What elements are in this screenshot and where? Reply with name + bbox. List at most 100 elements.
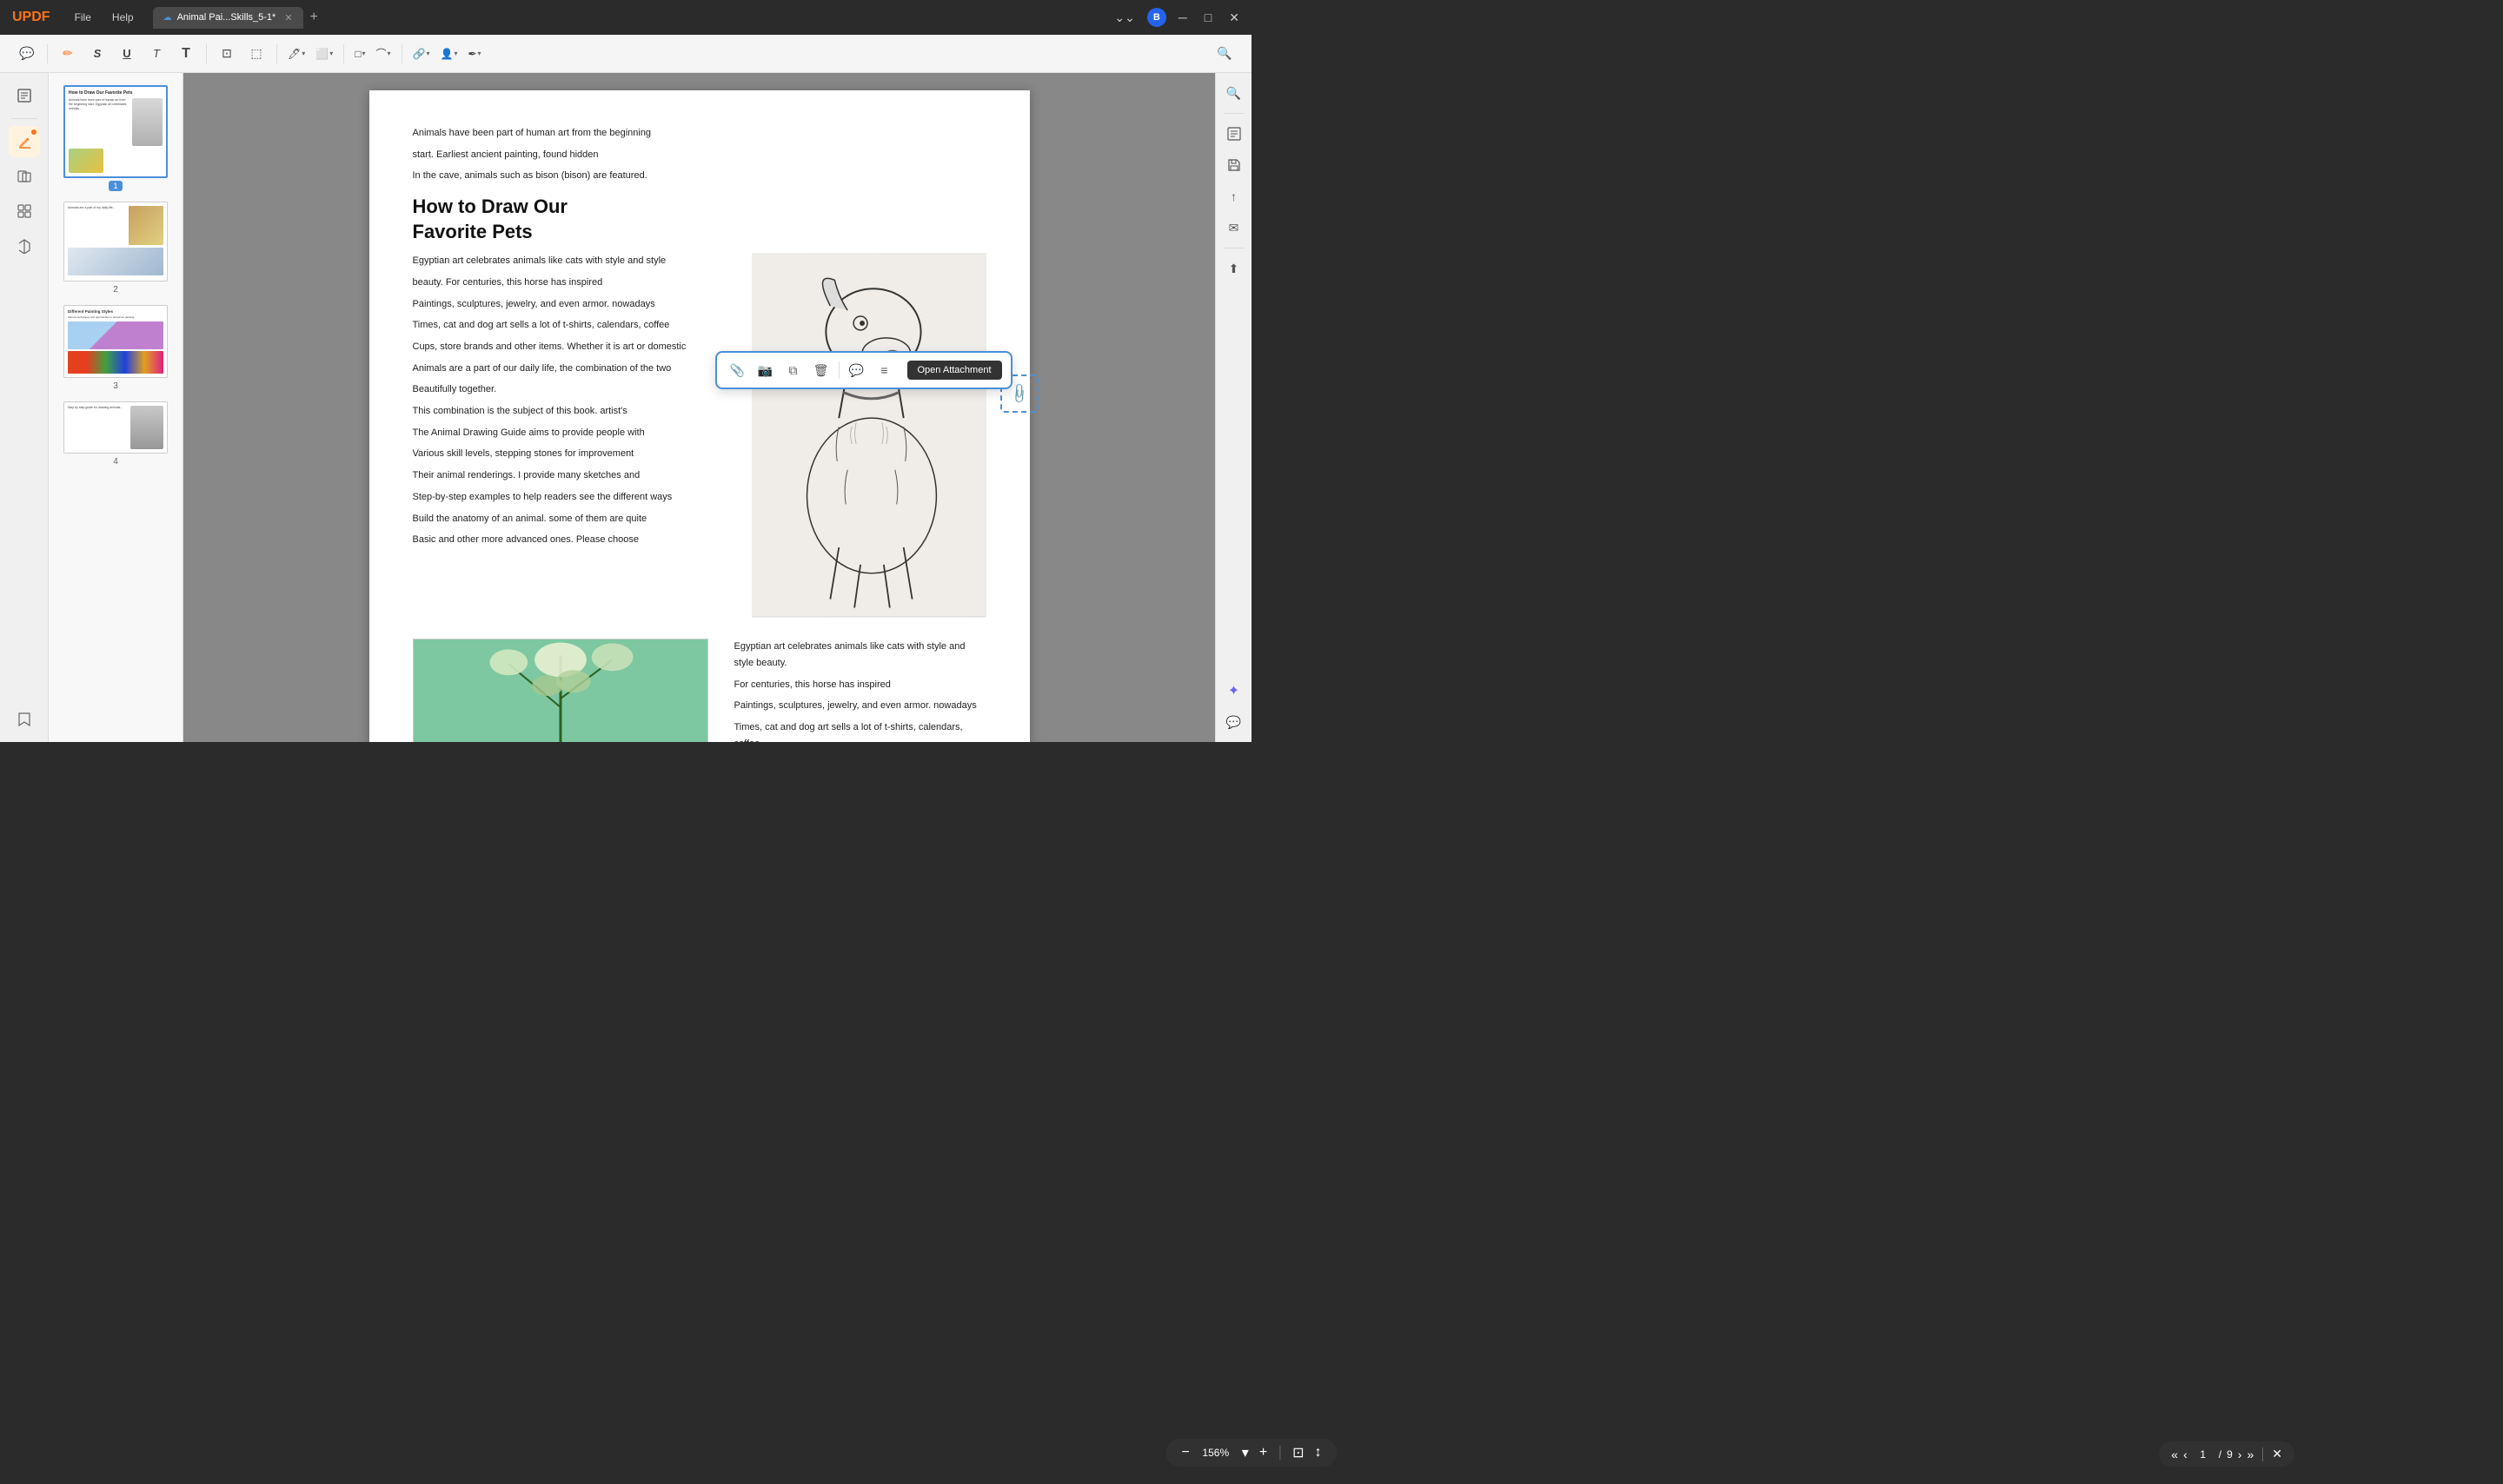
right-panel: 🔍 ↑ ✉ ⬆ ✦ 💬 (1215, 73, 1252, 742)
rp-save-btn[interactable] (1221, 152, 1247, 178)
rp-search-btn[interactable]: 🔍 (1221, 80, 1247, 106)
body-p4: Times, cat and dog art sells a lot of t-… (413, 317, 734, 334)
minimize-button[interactable]: ─ (1173, 9, 1192, 26)
body-p11: Their animal renderings. I provide many … (413, 467, 734, 484)
att-settings-btn[interactable]: ≡ (873, 358, 897, 382)
underline-btn[interactable]: U (114, 41, 140, 67)
intro-line-3: In the cave, animals such as bison (biso… (413, 168, 986, 184)
page-prev-prev-button[interactable]: « (2171, 1448, 2178, 1461)
eraser-icon: ⬜ (315, 48, 329, 60)
sidebar-icon-convert[interactable] (9, 230, 40, 262)
user-btn[interactable]: 👤 ▾ (436, 46, 461, 62)
page-nav-close-button[interactable]: ✕ (2272, 1447, 2282, 1461)
maximize-button[interactable]: □ (1199, 9, 1217, 26)
thumbnail-page-2[interactable]: Animals are a part of my daily life... 2 (49, 196, 183, 300)
shape-btn[interactable]: □ ▾ (351, 46, 368, 62)
sidebar-icon-bookmark[interactable] (9, 704, 40, 735)
menu-help[interactable]: Help (103, 8, 143, 27)
pen-btn[interactable]: ✒ ▾ (464, 46, 484, 62)
thumb-frame-4: Step by step guide for drawing animals..… (63, 401, 168, 454)
toolbar-sep-4 (343, 44, 344, 63)
thumbnail-page-4[interactable]: Step by step guide for drawing animals..… (49, 396, 183, 472)
thumb-content-1: How to Draw Our Favorite Pets Animals ha… (65, 87, 166, 176)
body-p6: Animals are a part of our daily life, th… (413, 361, 734, 377)
new-tab-button[interactable]: + (305, 10, 323, 25)
text-t-btn[interactable]: T (143, 41, 169, 67)
heading-line-2: Favorite Pets (413, 221, 533, 242)
strikethrough-btn[interactable]: S (84, 41, 110, 67)
toolbar-sep-3 (276, 44, 277, 63)
close-button[interactable]: ✕ (1224, 9, 1245, 27)
annotation-toolbar: 💬 ✏ S U T T ⊡ ⬚ 🖊 ▾ ⬜ ▾ □ ▾ ⌒ ▾ 🔗 ▾ 👤 ▾ … (0, 35, 1252, 73)
collapse-button[interactable]: ⌄⌄ (1109, 9, 1139, 27)
thumb-frame-3: Different Painting Styles Various techni… (63, 305, 168, 378)
att-pin-btn[interactable]: 📎 (726, 358, 750, 382)
rp-chat-btn[interactable]: 💬 (1221, 709, 1247, 735)
stamp-icon: 🖊 (288, 48, 301, 60)
bottom-text-col: Egyptian art celebrates animals like cat… (734, 639, 986, 742)
highlight-btn[interactable]: ✏ (55, 41, 81, 67)
nav-sep (2262, 1448, 2263, 1461)
zoom-arrows-button[interactable]: ↕ (1313, 1445, 1324, 1461)
sidebar-icon-pages2[interactable] (9, 161, 40, 192)
text-big-btn[interactable]: T (173, 41, 199, 67)
callout-btn[interactable]: ⬚ (243, 41, 269, 67)
tab-close-icon[interactable]: ✕ (284, 12, 292, 23)
rp-share-btn[interactable]: ↑ (1221, 183, 1247, 209)
intro-line-2: start. Earliest ancient painting, found … (413, 147, 986, 163)
zoom-out-button[interactable]: − (1179, 1445, 1191, 1461)
body-p12: Step-by-step examples to help readers se… (413, 489, 734, 506)
sidebar-icon-pages[interactable] (9, 80, 40, 111)
att-sep (839, 361, 840, 379)
zoom-value: 156% (1198, 1447, 1233, 1459)
page-current-input[interactable] (2193, 1448, 2214, 1461)
thumbnail-panel: How to Draw Our Favorite Pets Animals ha… (49, 73, 183, 742)
page-prev-button[interactable]: ‹ (2183, 1448, 2188, 1461)
thumb-content-4: Step by step guide for drawing animals..… (64, 402, 167, 453)
thumb-frame-1: How to Draw Our Favorite Pets Animals ha… (63, 85, 168, 178)
titlebar: UPDF File Help ☁ Animal Pai...Skills_5-1… (0, 0, 1252, 35)
content-area[interactable]: Animals have been part of human art from… (183, 73, 1215, 742)
rp-div-1 (1224, 113, 1245, 114)
thumbnail-page-3[interactable]: Different Painting Styles Various techni… (49, 300, 183, 396)
zoom-dropdown-button[interactable]: ▾ (1240, 1444, 1251, 1461)
att-copy-btn[interactable]: ⧉ (781, 358, 806, 382)
body-p3: Paintings, sculptures, jewelry, and even… (413, 296, 734, 313)
rp-ocr-btn[interactable] (1221, 121, 1247, 147)
zoom-fit-button[interactable]: ⊡ (1291, 1444, 1305, 1461)
eraser-btn[interactable]: ⬜ ▾ (312, 46, 336, 62)
sidebar-icon-organize[interactable] (9, 195, 40, 227)
att-comment-btn[interactable]: 💬 (845, 358, 869, 382)
comment-tool-btn[interactable]: 💬 (14, 41, 40, 67)
stamp-btn[interactable]: 🖊 ▾ (284, 46, 309, 62)
toolbar-sep-1 (47, 44, 48, 63)
tab-main[interactable]: ☁ Animal Pai...Skills_5-1* ✕ (153, 7, 303, 29)
open-attachment-button[interactable]: Open Attachment (907, 361, 1002, 380)
tab-area: ☁ Animal Pai...Skills_5-1* ✕ + (153, 7, 1106, 29)
att-camera-btn[interactable]: 📷 (754, 358, 778, 382)
line-btn[interactable]: ⌒ ▾ (372, 44, 394, 63)
page-next-next-button[interactable]: » (2247, 1448, 2254, 1461)
page-num-badge-1: 1 (109, 181, 122, 191)
user-avatar[interactable]: B (1147, 8, 1166, 27)
sidebar-icon-highlight[interactable] (9, 126, 40, 157)
menu-file[interactable]: File (66, 8, 100, 27)
thumbnail-page-1[interactable]: How to Draw Our Favorite Pets Animals ha… (49, 80, 183, 196)
link-arrow: ▾ (426, 50, 429, 57)
search-btn[interactable]: 🔍 (1212, 41, 1238, 67)
rp-ai-btn[interactable]: ✦ (1221, 678, 1247, 704)
zoom-bar: − 156% ▾ + ⊡ ↕ (1165, 1439, 1337, 1467)
rp-export-btn[interactable]: ⬆ (1221, 255, 1247, 282)
page-next-button[interactable]: › (2238, 1448, 2242, 1461)
cloud-icon: ☁ (163, 13, 172, 23)
att-delete-btn[interactable]: 🗑 (809, 358, 833, 382)
link-btn[interactable]: 🔗 ▾ (409, 46, 434, 62)
attachment-toolbar: 📎 📷 ⧉ 🗑 💬 ≡ Open Attachment (715, 351, 1012, 389)
zoom-in-button[interactable]: + (1258, 1445, 1269, 1461)
zoom-sep (1279, 1446, 1280, 1460)
bottom-row: Egyptian art celebrates animals like cat… (413, 639, 986, 742)
rp-mail-btn[interactable]: ✉ (1221, 215, 1247, 241)
textbox-btn[interactable]: ⊡ (214, 41, 240, 67)
heading-line-1: How to Draw Our (413, 195, 568, 217)
body-p2: beauty. For centuries, this horse has in… (413, 275, 734, 291)
